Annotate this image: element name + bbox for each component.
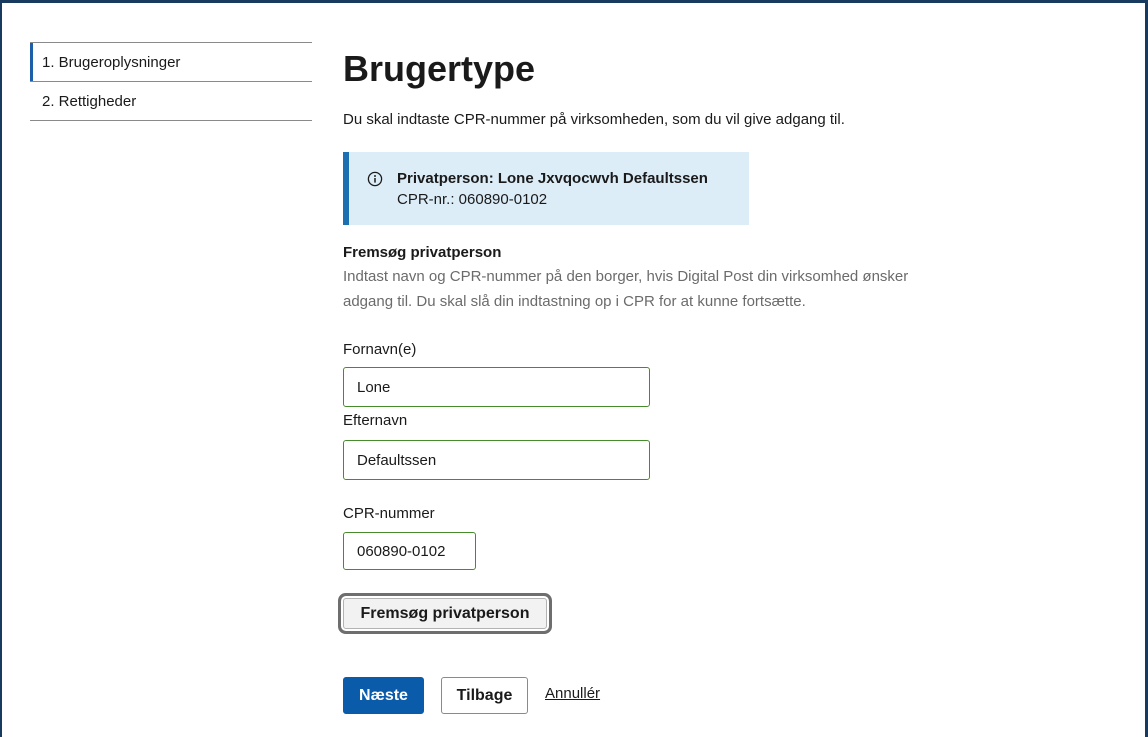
last-name-input[interactable] [343,440,650,480]
notice-heading: Privatperson: Lone Jxvqocwvh Defaultssen [397,170,708,187]
search-section-heading: Fremsøg privatperson [343,244,502,261]
back-button[interactable]: Tilbage [441,677,528,714]
first-name-input[interactable] [343,367,650,407]
next-button[interactable]: Næste [343,677,424,714]
last-name-label: Efternavn [343,412,408,429]
cpr-number-input[interactable] [343,532,476,570]
step-item-brugeroplysninger[interactable]: 1. Brugeroplysninger [30,43,312,82]
page-title: Brugertype [343,48,536,89]
step-navigation: 1. Brugeroplysninger 2. Rettigheder [30,42,312,121]
intro-text: Du skal indtaste CPR-nummer på virksomhe… [343,111,845,128]
search-section-description: Indtast navn og CPR-nummer på den borger… [343,268,909,310]
cpr-number-label: CPR-nummer [343,505,435,522]
cancel-link[interactable]: Annullér [545,684,600,704]
notice-cpr-number: CPR-nr.: 060890-0102 [397,191,548,208]
step-label: 2. Rettigheder [42,92,137,110]
search-person-button[interactable]: Fremsøg privatperson [343,598,547,629]
first-name-label: Fornavn(e) [343,341,417,358]
selected-person-notice: Privatperson: Lone Jxvqocwvh Defaultssen… [343,152,749,225]
step-label: 1. Brugeroplysninger [42,53,181,71]
info-icon [367,171,383,187]
step-item-rettigheder[interactable]: 2. Rettigheder [30,82,312,121]
